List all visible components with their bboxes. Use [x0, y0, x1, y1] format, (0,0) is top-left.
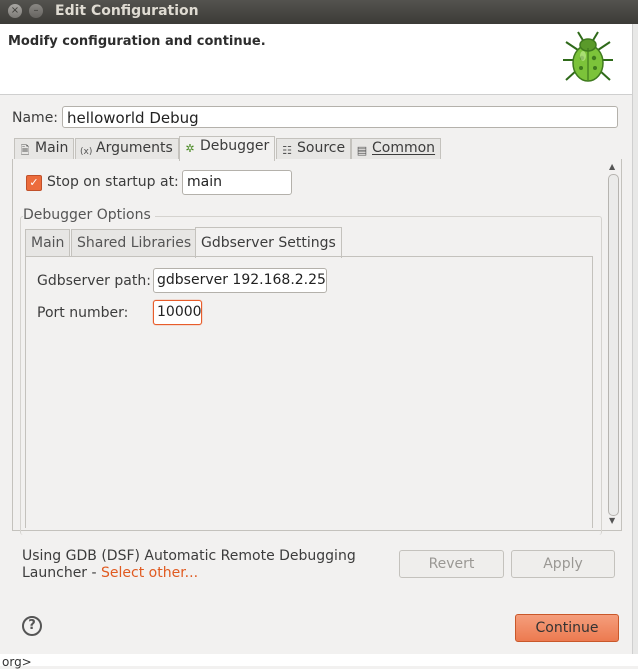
name-input[interactable]: helloworld Debug — [62, 106, 618, 128]
stop-on-startup-input[interactable]: main — [182, 170, 292, 195]
background-window-edge — [0, 654, 638, 666]
name-label: Name: — [12, 110, 59, 126]
select-other-link[interactable]: Select other... — [101, 565, 198, 581]
stop-on-startup-checkbox[interactable]: ✓ — [26, 175, 42, 191]
revert-button[interactable]: Revert — [399, 550, 504, 578]
tab-label: Main — [35, 140, 69, 156]
background-text: org> — [2, 655, 32, 669]
variable-icon: (x) — [80, 147, 93, 157]
bug-icon: ✲ — [185, 142, 195, 155]
stop-on-startup-label: Stop on startup at: — [47, 174, 179, 190]
vertical-scrollbar[interactable]: ▲ ▼ — [606, 160, 620, 530]
title-bar: × – Edit Configuration — [0, 0, 638, 24]
tab-debugger[interactable]: ✲ Debugger — [179, 136, 276, 161]
minimize-button[interactable]: – — [29, 4, 43, 18]
scroll-up-icon[interactable]: ▲ — [609, 162, 615, 171]
tab-label: Debugger — [200, 138, 270, 154]
document-icon: 🗎 — [20, 144, 30, 157]
continue-button[interactable]: Continue — [515, 614, 619, 642]
port-number-input[interactable]: 10000 — [153, 300, 202, 325]
debug-bug-icon — [563, 31, 613, 82]
tab-label: Common — [372, 140, 436, 156]
tab-arguments[interactable]: (x) Arguments — [75, 138, 179, 159]
close-button[interactable]: × — [8, 4, 22, 18]
inner-tab-shared-libraries[interactable]: Shared Libraries — [71, 229, 198, 256]
port-number-label: Port number: — [37, 305, 129, 321]
tab-label: Source — [297, 140, 346, 156]
scroll-down-icon[interactable]: ▼ — [609, 516, 615, 525]
group-label: Debugger Options — [23, 207, 155, 223]
inner-tab-main[interactable]: Main — [25, 229, 71, 256]
gdbserver-path-label: Gdbserver path: — [37, 273, 151, 289]
common-icon: ▤ — [356, 144, 368, 157]
gdbserver-path-input[interactable]: gdbserver 192.168.2.254 — [153, 268, 327, 293]
window-edge — [632, 24, 638, 666]
header-banner: Modify configuration and continue. — [0, 24, 632, 95]
tab-main[interactable]: 🗎 Main — [14, 138, 75, 159]
tab-source[interactable]: ☷ Source — [276, 138, 352, 159]
gdbserver-settings-panel — [25, 256, 593, 528]
source-icon: ☷ — [282, 144, 292, 157]
apply-button[interactable]: Apply — [511, 550, 615, 578]
help-icon[interactable]: ? — [22, 616, 42, 636]
launcher-info: Using GDB (DSF) Automatic Remote Debuggi… — [22, 548, 382, 582]
tab-common[interactable]: ▤ Common — [351, 138, 442, 159]
window-title: Edit Configuration — [55, 3, 199, 19]
scrollbar-thumb[interactable] — [608, 174, 619, 516]
tab-label: Arguments — [96, 140, 173, 156]
inner-tab-gdbserver-settings[interactable]: Gdbserver Settings — [195, 227, 342, 258]
header-message: Modify configuration and continue. — [8, 34, 266, 49]
